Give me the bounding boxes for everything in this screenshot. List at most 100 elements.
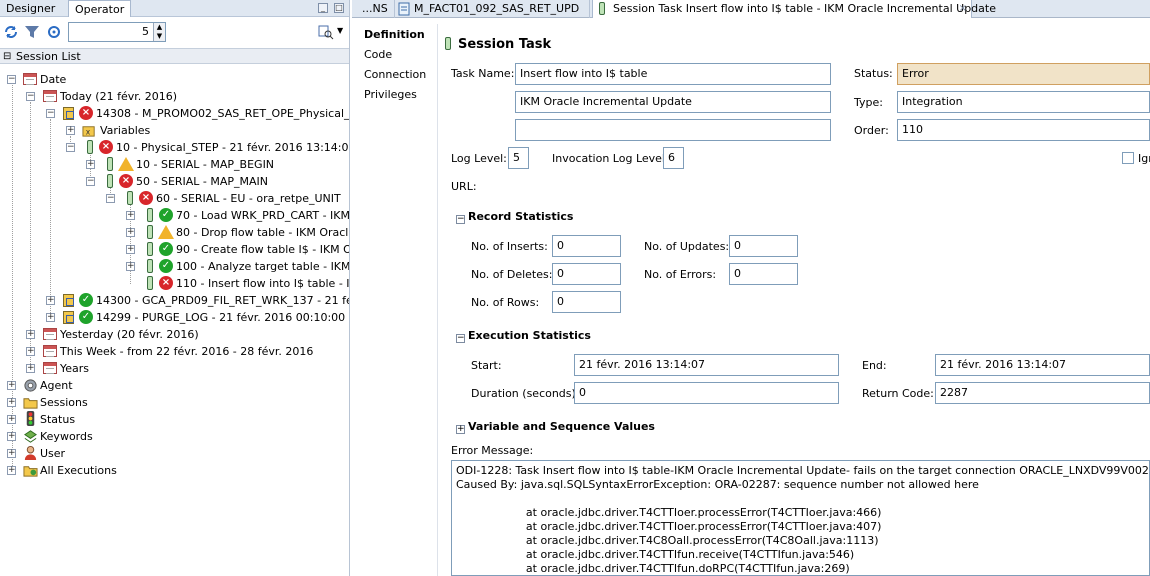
session-list-header[interactable]: ⊟ Session List [0, 48, 349, 64]
tab-designer[interactable]: Designer [0, 0, 61, 17]
expand-icon[interactable]: + [66, 126, 75, 135]
start-field[interactable]: 21 févr. 2016 13:14:07 [574, 354, 839, 376]
inserts-field[interactable]: 0 [552, 235, 621, 257]
status-field[interactable]: Error [897, 63, 1150, 85]
expand-icon[interactable]: + [7, 398, 16, 407]
close-icon[interactable]: × [959, 0, 967, 18]
sessions-folder-icon [23, 398, 38, 409]
ignore-checkbox[interactable] [1122, 152, 1134, 164]
nav-connection[interactable]: Connection [364, 66, 426, 84]
type-field[interactable]: Integration [897, 91, 1150, 113]
inserts-label: No. of Inserts: [471, 240, 548, 253]
nav-privileges[interactable]: Privileges [364, 86, 417, 104]
left-tab-bar: Designer Operator _ □ [0, 0, 349, 17]
deletes-field[interactable]: 0 [552, 263, 621, 285]
step-icon [445, 37, 451, 50]
error-status-icon: × [139, 191, 153, 205]
execution-statistics-header[interactable]: − Execution Statistics [456, 329, 591, 343]
nav-definition[interactable]: Definition [364, 26, 425, 44]
expand-icon[interactable]: + [126, 228, 135, 237]
collapse-icon[interactable]: − [46, 109, 55, 118]
collapse-icon[interactable]: − [26, 92, 35, 101]
calendar-icon [43, 345, 57, 357]
maximize-icon[interactable]: □ [334, 3, 344, 13]
keywords-icon [24, 430, 37, 443]
collapse-icon[interactable]: ⊟ [3, 51, 11, 62]
errors-field[interactable]: 0 [729, 263, 798, 285]
order-field[interactable]: 110 [897, 119, 1150, 141]
updates-label: No. of Updates: [644, 240, 730, 253]
updates-field[interactable]: 0 [729, 235, 798, 257]
expand-icon[interactable]: + [7, 381, 16, 390]
collapse-icon[interactable]: − [456, 215, 465, 224]
step-icon [147, 208, 153, 222]
success-status-icon: ✓ [79, 310, 93, 324]
log-level-field[interactable]: 5 [508, 147, 529, 169]
refresh-icon[interactable] [3, 24, 19, 40]
variable-sequence-header[interactable]: + Variable and Sequence Values [456, 420, 655, 434]
session-icon [63, 311, 74, 324]
session-icon [63, 294, 74, 307]
expand-icon[interactable]: + [126, 245, 135, 254]
expand-icon[interactable]: + [7, 466, 16, 475]
return-code-label: Return Code: [862, 387, 934, 400]
expand-icon[interactable]: + [26, 347, 35, 356]
expand-icon[interactable]: + [7, 449, 16, 458]
expand-icon[interactable]: + [126, 262, 135, 271]
rows-field[interactable]: 0 [552, 291, 621, 313]
return-code-field[interactable]: 2287 [935, 382, 1150, 404]
filter-settings-icon[interactable] [46, 24, 62, 40]
error-status-icon: × [99, 140, 113, 154]
tab-ns[interactable]: ...NS [358, 0, 395, 18]
operator-toolbar: ▼ [0, 18, 349, 46]
expand-icon[interactable]: + [7, 415, 16, 424]
start-label: Start: [471, 359, 502, 372]
record-statistics-header[interactable]: − Record Statistics [456, 210, 573, 224]
expand-icon[interactable]: + [456, 425, 465, 434]
session-icon [63, 107, 74, 120]
svg-text:x: x [86, 127, 91, 136]
task-name-field-3[interactable] [515, 119, 831, 141]
calendar-icon [43, 328, 57, 340]
error-message-label: Error Message: [451, 444, 534, 457]
expand-icon[interactable]: + [7, 432, 16, 441]
expand-icon[interactable]: + [26, 330, 35, 339]
end-field[interactable]: 21 févr. 2016 13:14:07 [935, 354, 1150, 376]
expand-icon[interactable]: + [86, 160, 95, 169]
traffic-light-icon [26, 411, 35, 426]
expand-icon[interactable]: + [46, 313, 55, 322]
stepper-arrows-icon[interactable]: ▲ ▼ [153, 23, 165, 41]
error-message-textarea[interactable]: ODI-1228: Task Insert flow into I$ table… [451, 460, 1150, 576]
collapse-icon[interactable]: − [66, 143, 75, 152]
task-name-field-2[interactable]: IKM Oracle Incremental Update [515, 91, 831, 113]
calendar-icon [43, 362, 57, 374]
stepper-value: 5 [142, 25, 149, 38]
tab-mapping[interactable]: M_FACT01_092_SAS_RET_UPD [394, 0, 590, 18]
task-nav-panel: Definition Code Connection Privileges [358, 24, 438, 576]
error-status-icon: × [79, 106, 93, 120]
chevron-down-icon[interactable]: ▼ [337, 26, 343, 35]
session-count-stepper[interactable]: 5 ▲ ▼ [68, 22, 166, 42]
task-name-field[interactable]: Insert flow into I$ table [515, 63, 831, 85]
tab-operator[interactable]: Operator [68, 0, 132, 17]
minimize-icon[interactable]: _ [318, 3, 328, 13]
duration-field[interactable]: 0 [574, 382, 839, 404]
collapse-icon[interactable]: − [456, 334, 465, 343]
rows-label: No. of Rows: [471, 296, 540, 309]
expand-icon[interactable]: + [26, 364, 35, 373]
end-label: End: [862, 359, 887, 372]
search-options-icon[interactable] [318, 24, 334, 40]
errors-label: No. of Errors: [644, 268, 717, 281]
collapse-icon[interactable]: − [86, 177, 95, 186]
filter-icon[interactable] [24, 24, 40, 40]
ignore-label: Igr [1138, 152, 1150, 165]
step-icon [147, 225, 153, 239]
tab-session-task[interactable]: Session Task Insert flow into I$ table -… [592, 0, 996, 18]
collapse-icon[interactable]: − [7, 75, 16, 84]
expand-icon[interactable]: + [46, 296, 55, 305]
invocation-log-level-field[interactable]: 6 [663, 147, 684, 169]
task-name-label: Task Name: [451, 67, 515, 80]
nav-code[interactable]: Code [364, 46, 392, 64]
expand-icon[interactable]: + [126, 211, 135, 220]
collapse-icon[interactable]: − [106, 194, 115, 203]
